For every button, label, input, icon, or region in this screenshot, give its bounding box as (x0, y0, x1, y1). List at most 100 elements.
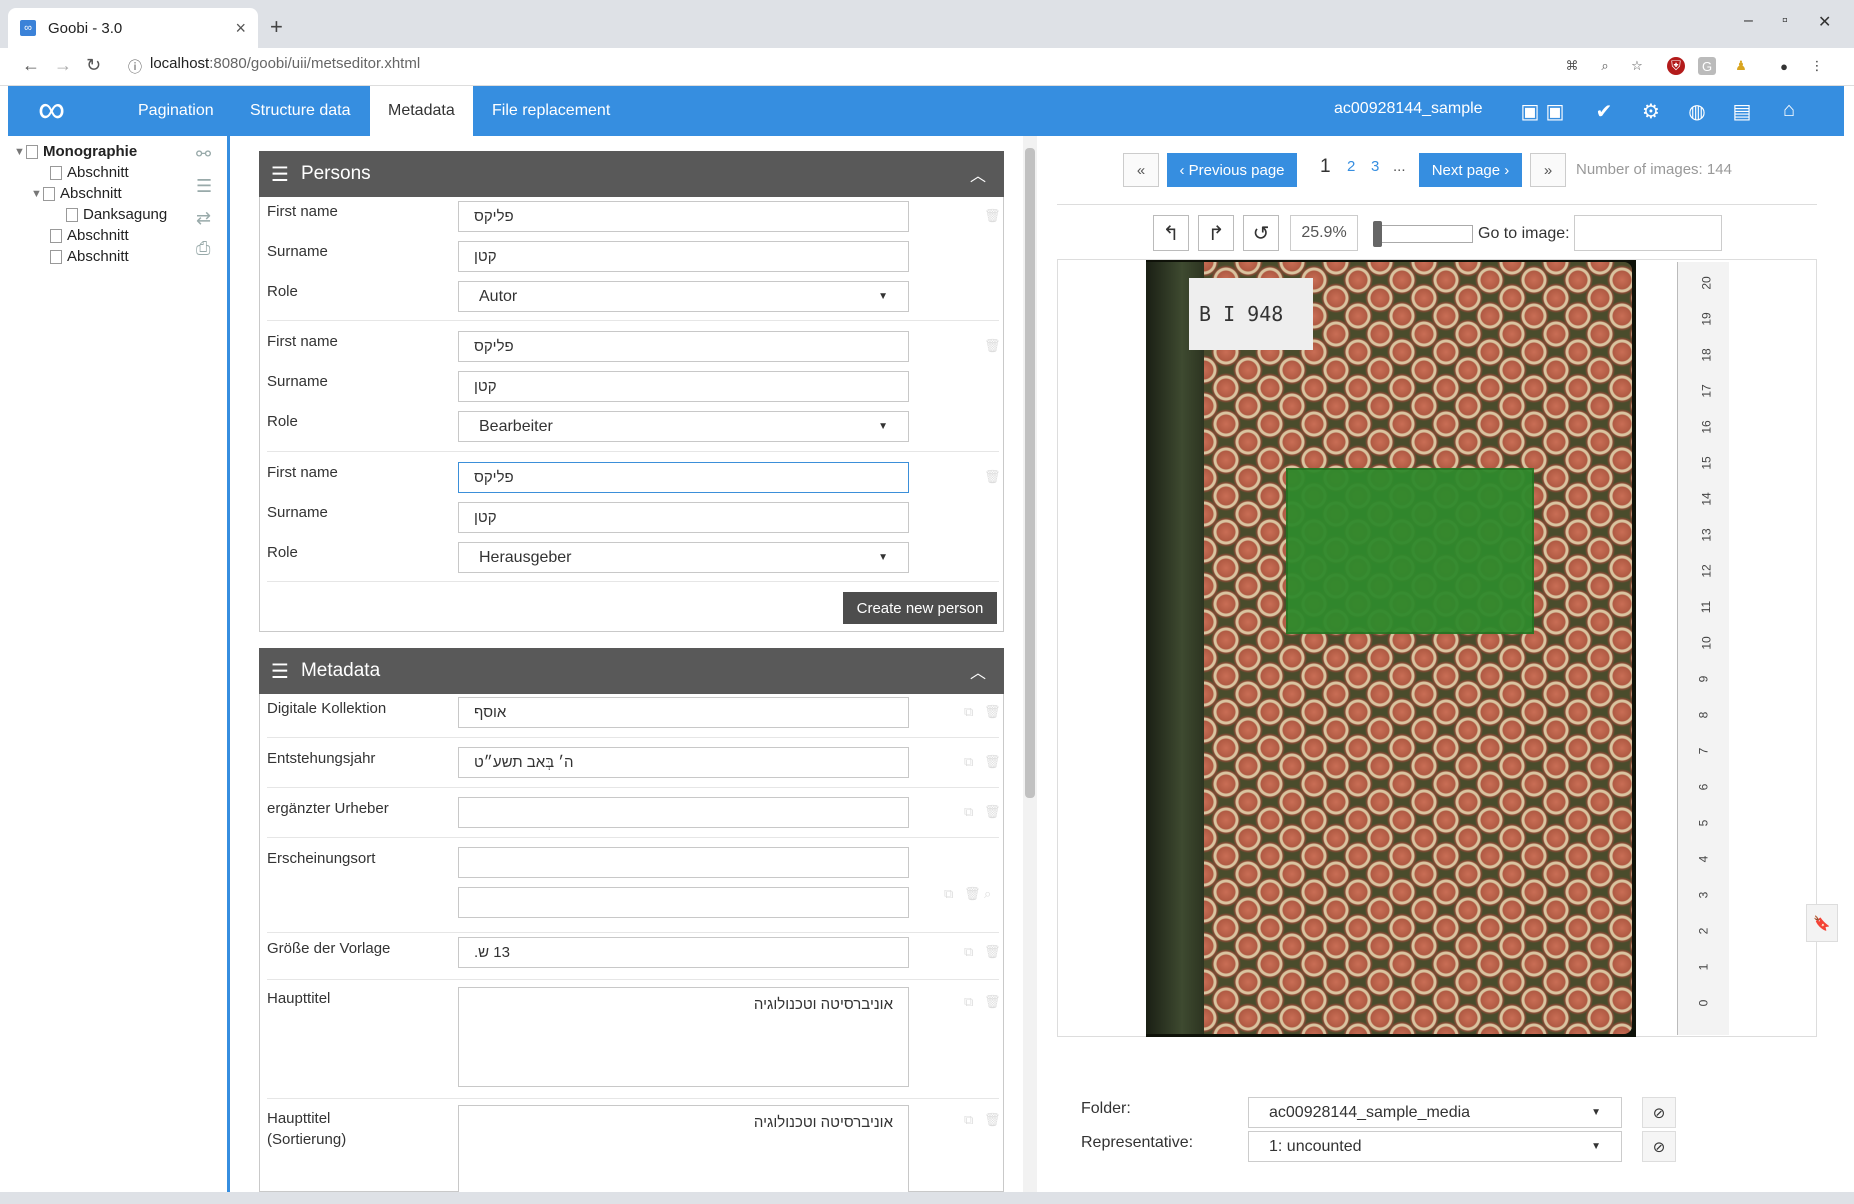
zoom-slider[interactable] (1373, 225, 1473, 243)
last-page-button[interactable]: » (1530, 153, 1566, 187)
rotate-right-icon[interactable]: ↱ (1198, 215, 1234, 251)
representative-select[interactable]: 1: uncounted ▼ (1248, 1131, 1622, 1162)
representative-apply-icon[interactable]: ⊘ (1642, 1131, 1676, 1162)
bookmark-star-icon[interactable]: ☆ (1628, 57, 1646, 75)
folder-apply-icon[interactable]: ⊘ (1642, 1097, 1676, 1128)
copy-icon[interactable]: ⧉ (964, 804, 973, 820)
metadata-header[interactable]: ☰ Metadata ︿ (259, 648, 1004, 694)
role-select[interactable]: Bearbeiter ▼ (458, 411, 909, 442)
rotate-left-icon[interactable]: ↰ (1153, 215, 1189, 251)
goobi-logo-icon[interactable]: ∞ (38, 91, 65, 129)
role-select[interactable]: Autor ▼ (458, 281, 909, 312)
metadata-input[interactable]: אוסף (458, 697, 909, 728)
browser-tab[interactable]: ∞ Goobi - 3.0 × (8, 8, 258, 48)
tree-node-root[interactable]: ▼ Monographie (14, 143, 137, 160)
copy-icon[interactable]: ⧉ (944, 886, 953, 902)
menu-icon[interactable]: ⋮ (1808, 57, 1826, 75)
metadata-input[interactable]: ה׳ בְּאב תשע״ט (458, 747, 909, 778)
bookmark-icon[interactable]: 🔖 (1806, 904, 1838, 942)
list-icon[interactable]: ☰ (196, 176, 212, 197)
check-icon[interactable]: ✔ (1591, 99, 1617, 124)
page-link-3[interactable]: 3 (1371, 158, 1379, 175)
forward-icon[interactable]: → (54, 55, 72, 76)
surname-input[interactable]: קטן (458, 241, 909, 272)
chevron-up-icon[interactable]: ︿ (970, 162, 986, 186)
maximize-icon[interactable]: ▫ (1782, 12, 1788, 30)
gear-icon[interactable]: ⚙ (1638, 99, 1664, 124)
search-icon[interactable]: ⌕ (984, 886, 991, 902)
image-view-icon[interactable]: ▣ (1517, 99, 1543, 124)
tree-node[interactable]: Abschnitt (50, 227, 129, 244)
create-new-person-button[interactable]: Create new person (843, 592, 997, 624)
collapse-caret-icon[interactable]: ▼ (14, 146, 26, 158)
role-select[interactable]: Herausgeber ▼ (458, 542, 909, 573)
delete-icon[interactable]: 🗑 (984, 704, 1001, 720)
extension-user-icon[interactable]: ♟ (1732, 57, 1750, 75)
collapse-caret-icon[interactable]: ▼ (31, 188, 43, 200)
info-icon[interactable]: ⓘ (128, 57, 142, 77)
metadata-textarea[interactable]: אוניברסיטה וטכנולוגיה (458, 987, 909, 1087)
tab-structure-data[interactable]: Structure data (232, 86, 369, 136)
tab-pagination[interactable]: Pagination (120, 86, 232, 136)
chevron-up-icon[interactable]: ︿ (970, 659, 986, 683)
close-window-icon[interactable]: ✕ (1818, 12, 1831, 32)
reset-rotation-icon[interactable]: ↺ (1243, 215, 1279, 251)
metadata-input[interactable]: 13 ש. (458, 937, 909, 968)
tree-node[interactable]: Danksagung (66, 206, 167, 223)
back-icon[interactable]: ← (22, 55, 40, 76)
metadata-input[interactable] (458, 847, 909, 878)
tab-metadata[interactable]: Metadata (370, 86, 473, 136)
move-arrows-icon[interactable]: ⇄ (196, 208, 211, 229)
shield-icon[interactable]: ⛨ (1667, 57, 1685, 75)
unlink-icon[interactable]: ⚯ (196, 144, 211, 165)
surname-input[interactable]: קטן (458, 502, 909, 533)
copy-icon[interactable]: ⧉ (964, 1112, 973, 1128)
scrollbar-thumb[interactable] (1025, 148, 1035, 798)
print-icon[interactable]: ⎙ (196, 238, 210, 259)
tab-file-replacement[interactable]: File replacement (474, 86, 628, 136)
copy-icon[interactable]: ⧉ (964, 704, 973, 720)
copy-icon[interactable]: ⧉ (964, 944, 973, 960)
tree-node[interactable]: Abschnitt (50, 164, 129, 181)
copy-icon[interactable]: ⧉ (964, 754, 973, 770)
delete-icon[interactable]: 🗑 (964, 886, 981, 902)
delete-icon[interactable]: 🗑 (984, 1112, 1001, 1128)
persons-header[interactable]: ☰ Persons ︿ (259, 151, 1004, 197)
zoom-slider-handle[interactable] (1373, 221, 1382, 247)
metadata-input[interactable] (458, 797, 909, 828)
save-icon[interactable]: ▤ (1729, 99, 1755, 124)
new-tab-icon[interactable]: + (270, 14, 283, 40)
first-name-input[interactable]: פליקס (458, 462, 909, 493)
first-name-input[interactable]: פליקס (458, 331, 909, 362)
home-icon[interactable]: ⌂ (1776, 99, 1802, 122)
metadata-textarea[interactable]: אוניברסיטה וטכנולוגיה (458, 1105, 909, 1192)
delete-icon[interactable]: 🗑 (984, 804, 1001, 820)
extension-g-icon[interactable]: G (1698, 57, 1716, 75)
go-to-image-input[interactable] (1574, 215, 1722, 251)
next-page-button[interactable]: Next page › (1419, 153, 1522, 187)
profile-icon[interactable]: ● (1775, 57, 1793, 75)
tree-node[interactable]: Abschnitt (50, 248, 129, 265)
delete-icon[interactable]: 🗑 (984, 754, 1001, 770)
minimize-icon[interactable]: – (1744, 12, 1753, 30)
reload-icon[interactable]: ↻ (86, 55, 101, 76)
metadata-input-secondary[interactable] (458, 887, 909, 918)
previous-page-button[interactable]: ‹ Previous page (1167, 153, 1297, 187)
zoom-icon[interactable]: ⌕ (1596, 57, 1614, 75)
copy-icon[interactable]: ⧉ (964, 994, 973, 1010)
delete-icon[interactable]: 🗑 (984, 994, 1001, 1010)
address-bar[interactable]: localhost:8080/goobi/uii/metseditor.xhtm… (150, 55, 420, 72)
page-link-2[interactable]: 2 (1347, 158, 1355, 175)
surname-input[interactable]: קטן (458, 371, 909, 402)
delete-person-icon[interactable]: 🗑 (984, 208, 1001, 224)
close-tab-icon[interactable]: × (235, 18, 246, 39)
translate-icon[interactable]: ⌘ (1563, 57, 1581, 75)
folder-select[interactable]: ac00928144_sample_media ▼ (1248, 1097, 1622, 1128)
delete-person-icon[interactable]: 🗑 (984, 338, 1001, 354)
first-name-input[interactable]: פליקס (458, 201, 909, 232)
delete-person-icon[interactable]: 🗑 (984, 469, 1001, 485)
globe-icon[interactable]: ◍ (1684, 99, 1710, 124)
tree-node[interactable]: ▼ Abschnitt (31, 185, 122, 202)
image-compare-icon[interactable]: ▣ (1542, 99, 1568, 124)
first-page-button[interactable]: « (1123, 153, 1159, 187)
